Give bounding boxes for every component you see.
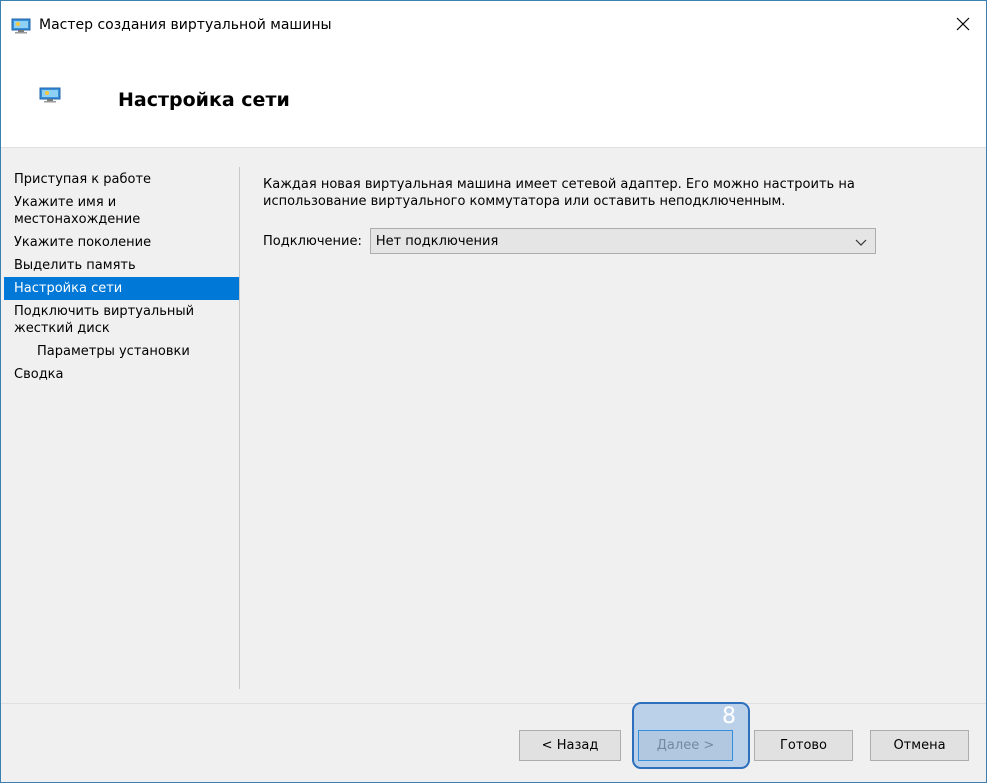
step-install-options[interactable]: Параметры установки [4, 340, 239, 363]
chevron-down-icon [855, 236, 867, 251]
footer-divider [1, 703, 986, 704]
network-description: Каждая новая виртуальная машина имеет се… [263, 177, 855, 209]
window-title: Мастер создания виртуальной машины [39, 17, 332, 33]
page-title: Настройка сети [118, 89, 290, 111]
page-header: Настройка сети [1, 51, 986, 148]
sidebar-divider [239, 167, 240, 689]
step-getting-started[interactable]: Приступая к работе [4, 168, 239, 191]
wizard-window: Мастер создания виртуальной машины Настр… [0, 0, 987, 783]
connection-value: Нет подключения [375, 234, 499, 249]
back-button[interactable]: < Назад [519, 730, 621, 761]
step-summary[interactable]: Сводка [4, 363, 239, 386]
cancel-button[interactable]: Отмена [870, 730, 969, 761]
step-virtual-disk[interactable]: Подключить виртуальный жесткий диск [4, 300, 239, 340]
step-networking[interactable]: Настройка сети [4, 277, 239, 300]
connection-select[interactable]: Нет подключения [369, 228, 876, 254]
wizard-steps: Приступая к работе Укажите имя и местона… [4, 168, 239, 386]
next-button[interactable]: Далее > [638, 730, 733, 761]
close-button[interactable] [940, 1, 986, 51]
vm-icon [11, 18, 31, 38]
step-generation[interactable]: Укажите поколение [4, 231, 239, 254]
close-icon [956, 17, 970, 35]
step-callout-number: 8 [722, 704, 736, 729]
finish-button[interactable]: Готово [754, 730, 853, 761]
content-panel: Каждая новая виртуальная машина имеет се… [263, 176, 903, 254]
step-memory[interactable]: Выделить память [4, 254, 239, 277]
connection-label: Подключение: [263, 233, 362, 249]
step-name-location[interactable]: Укажите имя и местонахождение [4, 191, 239, 231]
title-bar: Мастер создания виртуальной машины [1, 1, 986, 51]
vm-icon [39, 87, 61, 107]
connection-row: Подключение: Нет подключения [263, 228, 876, 254]
